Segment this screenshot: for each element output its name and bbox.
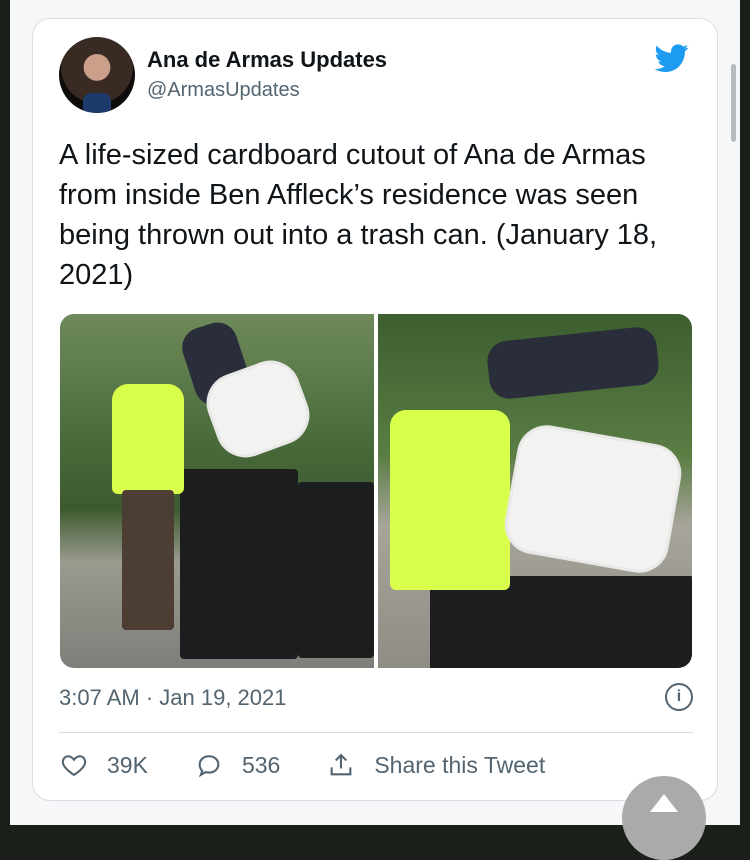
share-label: Share this Tweet	[374, 751, 546, 778]
author-handle[interactable]: @ArmasUpdates	[147, 79, 300, 102]
share-button[interactable]: Share this Tweet	[326, 751, 545, 779]
author-name[interactable]: Ana de Armas Updates	[147, 47, 387, 73]
screen: Ana de Armas Updates @ArmasUpdates A lif…	[10, 0, 740, 860]
tweet-text: A life-sized cardboard cutout of Ana de …	[59, 139, 658, 291]
like-count: 39K	[107, 751, 148, 778]
tweet-timestamp[interactable]: 3:07 AM · Jan 19, 2021	[59, 685, 287, 711]
tweet-photos	[60, 314, 692, 668]
heart-icon	[61, 755, 87, 777]
trash-bin	[180, 469, 298, 659]
divider	[59, 732, 693, 733]
avatar[interactable]	[59, 37, 135, 113]
worker	[112, 384, 184, 494]
reply-button[interactable]: 536	[194, 751, 280, 779]
scroll-up-button[interactable]	[622, 776, 706, 860]
twitter-bird-icon[interactable]	[651, 41, 693, 75]
cardboard-cutout	[499, 420, 687, 578]
trash-bin	[298, 482, 374, 658]
scroll-up-icon	[650, 794, 678, 812]
worker	[390, 410, 510, 590]
tweet-actions: 39K 536 Share this Tweet	[59, 751, 591, 779]
cutout-legs	[485, 325, 661, 401]
worker-legs	[122, 490, 174, 630]
info-icon[interactable]: i	[665, 683, 693, 711]
scrollbar[interactable]	[731, 64, 736, 142]
tweet-card[interactable]: Ana de Armas Updates @ArmasUpdates A lif…	[32, 18, 718, 801]
tweet-photo-right[interactable]	[378, 314, 692, 668]
tweet-photo-left[interactable]	[60, 314, 374, 668]
reply-icon	[198, 755, 220, 778]
reply-count: 536	[241, 751, 281, 778]
share-icon	[330, 753, 352, 776]
like-button[interactable]: 39K	[59, 751, 148, 779]
